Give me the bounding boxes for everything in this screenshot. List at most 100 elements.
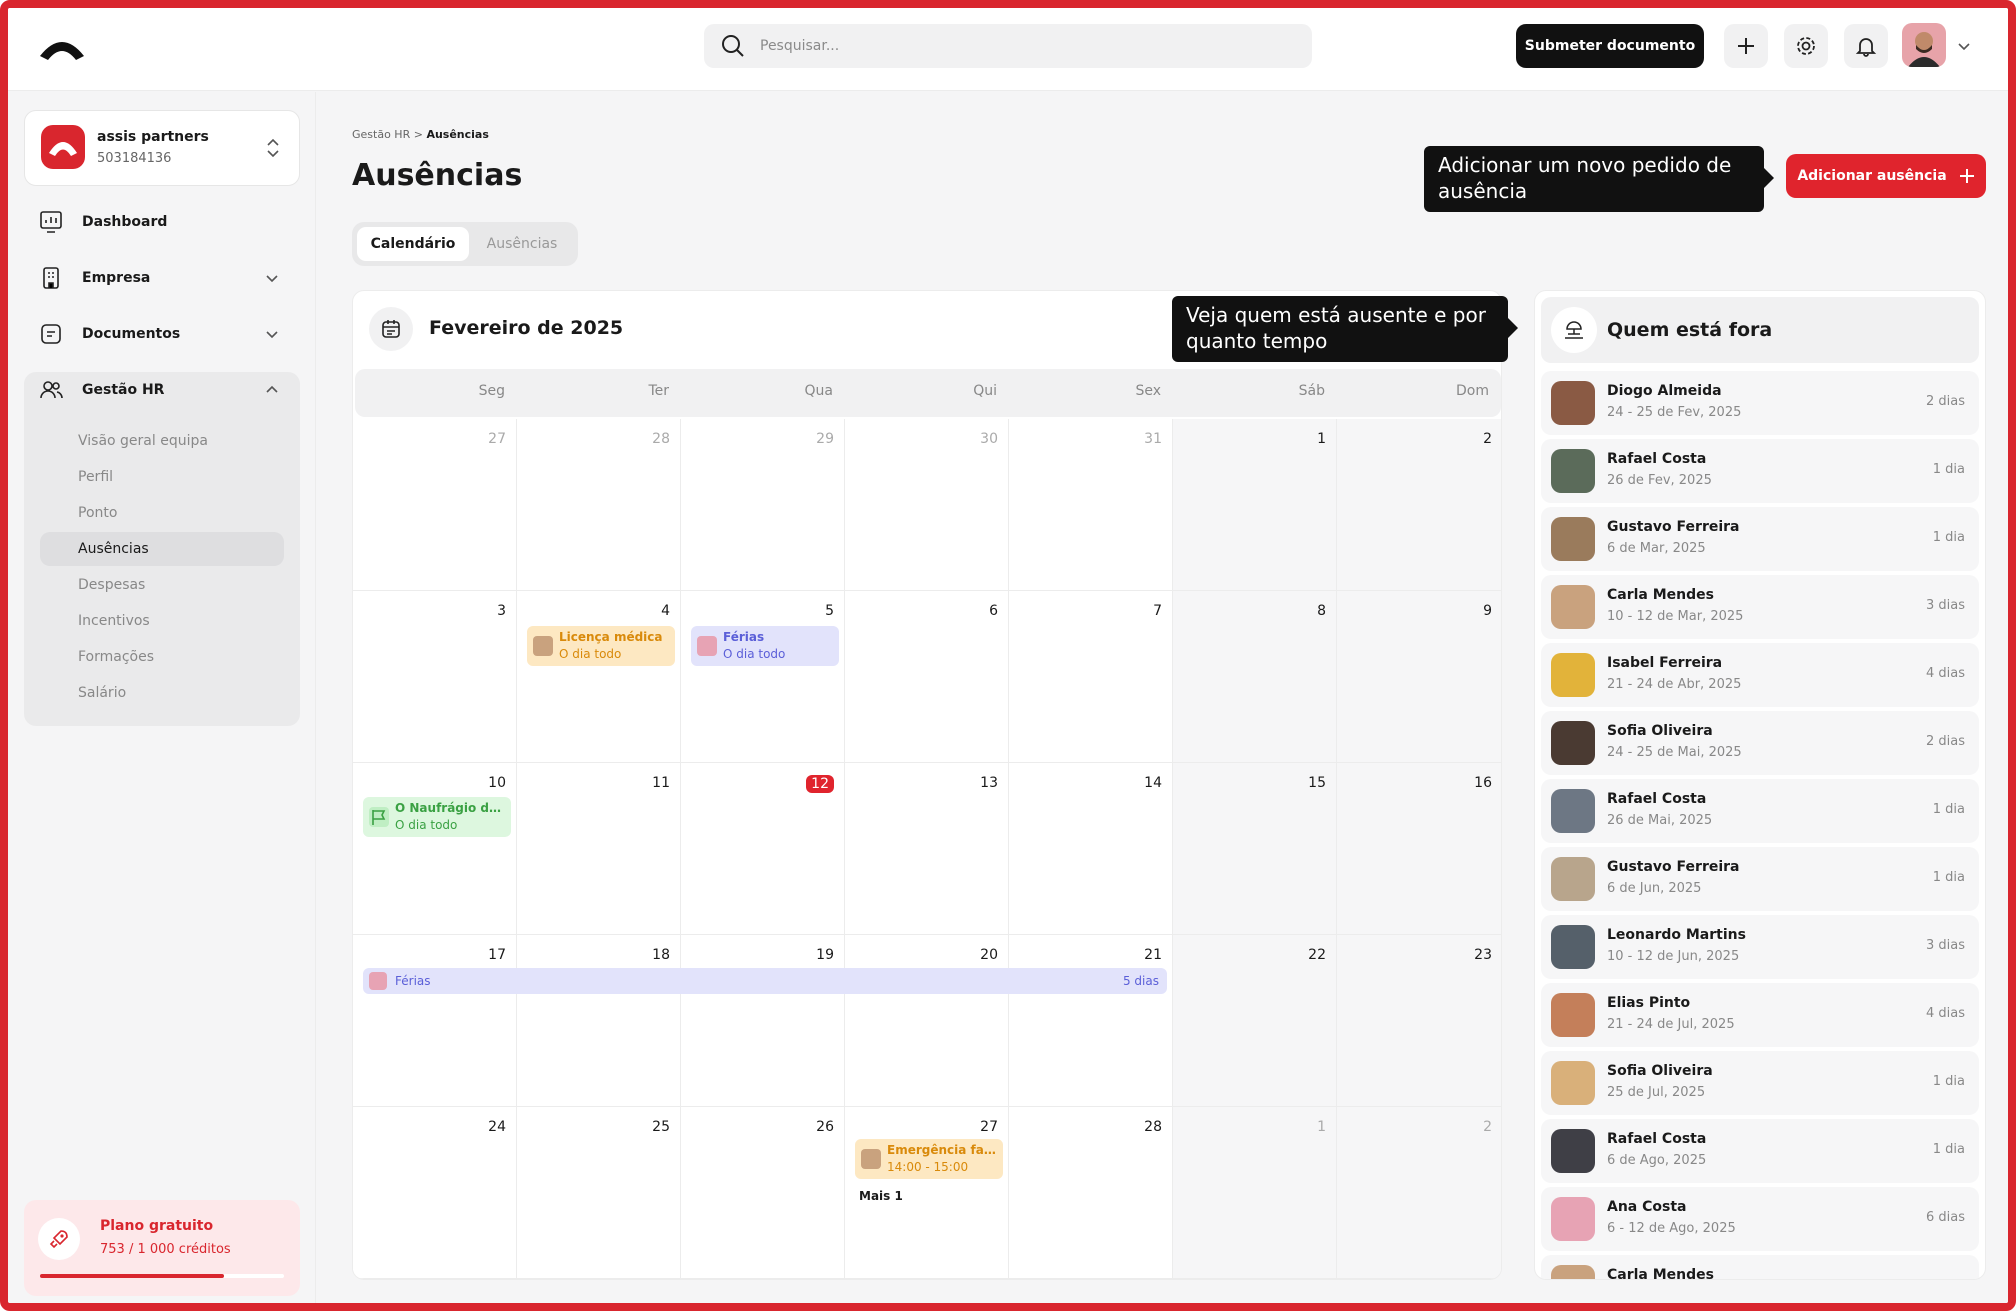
today-day-number: 12 (806, 775, 834, 793)
calendar-day-cell[interactable]: 8 (1173, 591, 1337, 763)
chevron-down-icon[interactable] (1956, 38, 1972, 54)
sidebar-sub-perfil[interactable]: Perfil (40, 460, 284, 494)
plan-card[interactable]: Plano gratuito 753 / 1 000 créditos (24, 1200, 300, 1296)
absent-person-row[interactable]: Sofia Oliveira 25 de Jul, 2025 1 dia (1541, 1051, 1979, 1115)
user-avatar[interactable] (1902, 23, 1946, 67)
calendar-day-cell[interactable]: 18 (517, 935, 681, 1107)
calendar-day-cell[interactable]: 1 (1173, 1107, 1337, 1279)
calendar-day-cell[interactable]: 16 (1337, 763, 1501, 935)
person-avatar (1551, 1197, 1595, 1241)
calendar-day-cell[interactable]: 12 (681, 763, 845, 935)
absent-person-row[interactable]: Sofia Oliveira 24 - 25 de Mai, 2025 2 dias (1541, 711, 1979, 775)
calendar-day-cell[interactable]: 17 (353, 935, 517, 1107)
calendar-day-cell[interactable]: 7 (1009, 591, 1173, 763)
calendar-day-cell[interactable]: 2 (1337, 419, 1501, 591)
sidebar-item-dashboard[interactable]: Dashboard (24, 198, 300, 246)
credits-progress-fill (40, 1274, 224, 1278)
day-number: 3 (497, 603, 506, 619)
calendar-day-cell[interactable]: 31 (1009, 419, 1173, 591)
company-switcher[interactable]: assis partners 503184136 (24, 110, 300, 186)
calendar-day-cell[interactable]: 5 (681, 591, 845, 763)
calendar-day-cell[interactable]: 2 (1337, 1107, 1501, 1279)
absent-person-row[interactable]: Carla Mendes (1541, 1255, 1979, 1280)
person-name: Carla Mendes (1607, 1267, 1714, 1280)
person-dates: 6 de Ago, 2025 (1607, 1153, 1707, 1168)
more-events-link[interactable]: Mais 1 (859, 1189, 903, 1203)
calendar-day-cell[interactable]: 11 (517, 763, 681, 935)
sidebar: assis partners 503184136 Dashboard Empre… (8, 92, 316, 1303)
person-name: Sofia Oliveira (1607, 723, 1713, 739)
calendar-day-cell[interactable]: 9 (1337, 591, 1501, 763)
event-holiday[interactable]: O Naufrágio de S... O dia todo (363, 797, 511, 837)
absent-person-row[interactable]: Gustavo Ferreira 6 de Jun, 2025 1 dia (1541, 847, 1979, 911)
submit-document-button[interactable]: Submeter documento (1516, 24, 1704, 68)
calendar-day-cell[interactable]: 3 (353, 591, 517, 763)
sidebar-item-gestao-hr[interactable]: Gestão HR (24, 366, 300, 414)
calendar-day-cell[interactable]: 1 (1173, 419, 1337, 591)
absent-person-row[interactable]: Leonardo Martins 10 - 12 de Jun, 2025 3 di… (1541, 915, 1979, 979)
absent-person-row[interactable]: Rafael Costa 26 de Fev, 2025 1 dia (1541, 439, 1979, 503)
person-days: 4 dias (1925, 666, 1965, 681)
day-number: 2 (1483, 1119, 1492, 1135)
calendar-day-cell[interactable]: 28 (1009, 1107, 1173, 1279)
calendar-day-cell[interactable]: 15 (1173, 763, 1337, 935)
notifications-button[interactable] (1844, 24, 1888, 68)
calendar-day-cell[interactable]: 22 (1173, 935, 1337, 1107)
calendar-day-cell[interactable]: 30 (845, 419, 1009, 591)
brand-logo-icon[interactable] (38, 34, 86, 64)
person-avatar (1551, 993, 1595, 1037)
add-absence-button[interactable]: Adicionar ausência (1786, 154, 1986, 198)
calendar-day-cell[interactable]: 20 (845, 935, 1009, 1107)
breadcrumb-parent[interactable]: Gestão HR (352, 128, 410, 141)
person-days: 3 dias (1925, 598, 1965, 613)
sidebar-sub-salario[interactable]: Salário (40, 676, 284, 710)
event-ferias[interactable]: Férias O dia todo (691, 626, 839, 666)
absent-person-row[interactable]: Carla Mendes 10 - 12 de Mar, 2025 3 dias (1541, 575, 1979, 639)
absent-person-row[interactable]: Rafael Costa 26 de Mai, 2025 1 dia (1541, 779, 1979, 843)
event-emergencia[interactable]: Emergência fami... 14:00 - 15:00 (855, 1139, 1003, 1179)
settings-button[interactable] (1784, 24, 1828, 68)
event-licenca-medica[interactable]: Licença médica O dia todo (527, 626, 675, 666)
day-number: 29 (816, 431, 834, 447)
calendar-day-cell[interactable]: 26 (681, 1107, 845, 1279)
tab-ausencias[interactable]: Ausências (470, 227, 574, 261)
add-button[interactable] (1724, 24, 1768, 68)
event-ferias-multiday[interactable]: Férias 5 dias (363, 968, 1167, 994)
person-dates: 6 de Jun, 2025 (1607, 881, 1702, 896)
absent-person-row[interactable]: Elias Pinto 21 - 24 de Jul, 2025 4 dias (1541, 983, 1979, 1047)
sidebar-sub-ponto[interactable]: Ponto (40, 496, 284, 530)
calendar-day-cell[interactable]: 14 (1009, 763, 1173, 935)
person-days: 2 dias (1925, 394, 1965, 409)
calendar-day-cell[interactable]: 4 (517, 591, 681, 763)
calendar-day-cell[interactable]: 25 (517, 1107, 681, 1279)
weekday-label: Qui (973, 383, 997, 399)
tab-calendario[interactable]: Calendário (357, 227, 469, 261)
absent-person-row[interactable]: Isabel Ferreira 21 - 24 de Abr, 2025 4 dia… (1541, 643, 1979, 707)
absent-person-row[interactable]: Rafael Costa 6 de Ago, 2025 1 dia (1541, 1119, 1979, 1183)
sidebar-item-documentos[interactable]: Documentos (24, 310, 300, 358)
sidebar-sub-despesas[interactable]: Despesas (40, 568, 284, 602)
calendar-day-cell[interactable]: 28 (517, 419, 681, 591)
calendar-day-cell[interactable]: 21 (1009, 935, 1173, 1107)
calendar-day-cell[interactable]: 13 (845, 763, 1009, 935)
person-avatar (1551, 585, 1595, 629)
person-days: 1 dia (1932, 462, 1965, 477)
absent-person-row[interactable]: Ana Costa 6 - 12 de Ago, 2025 6 dias (1541, 1187, 1979, 1251)
calendar-day-cell[interactable]: 29 (681, 419, 845, 591)
day-number: 18 (652, 947, 670, 963)
sidebar-sub-visao-geral[interactable]: Visão geral equipa (40, 424, 284, 458)
calendar-day-cell[interactable]: 6 (845, 591, 1009, 763)
sidebar-sub-incentivos[interactable]: Incentivos (40, 604, 284, 638)
sidebar-sub-ausencias[interactable]: Ausências (40, 532, 284, 566)
calendar-day-cell[interactable]: 24 (353, 1107, 517, 1279)
calendar-day-cell[interactable]: 23 (1337, 935, 1501, 1107)
calendar-day-cell[interactable]: 10 (353, 763, 517, 935)
calendar-day-cell[interactable]: 27 (353, 419, 517, 591)
person-avatar (1551, 653, 1595, 697)
calendar-day-cell[interactable]: 19 (681, 935, 845, 1107)
absent-person-row[interactable]: Diogo Almeida 24 - 25 de Fev, 2025 2 dias (1541, 371, 1979, 435)
search-bar[interactable]: Pesquisar... (704, 24, 1312, 68)
sidebar-sub-formacoes[interactable]: Formações (40, 640, 284, 674)
absent-person-row[interactable]: Gustavo Ferreira 6 de Mar, 2025 1 dia (1541, 507, 1979, 571)
sidebar-item-empresa[interactable]: Empresa (24, 254, 300, 302)
